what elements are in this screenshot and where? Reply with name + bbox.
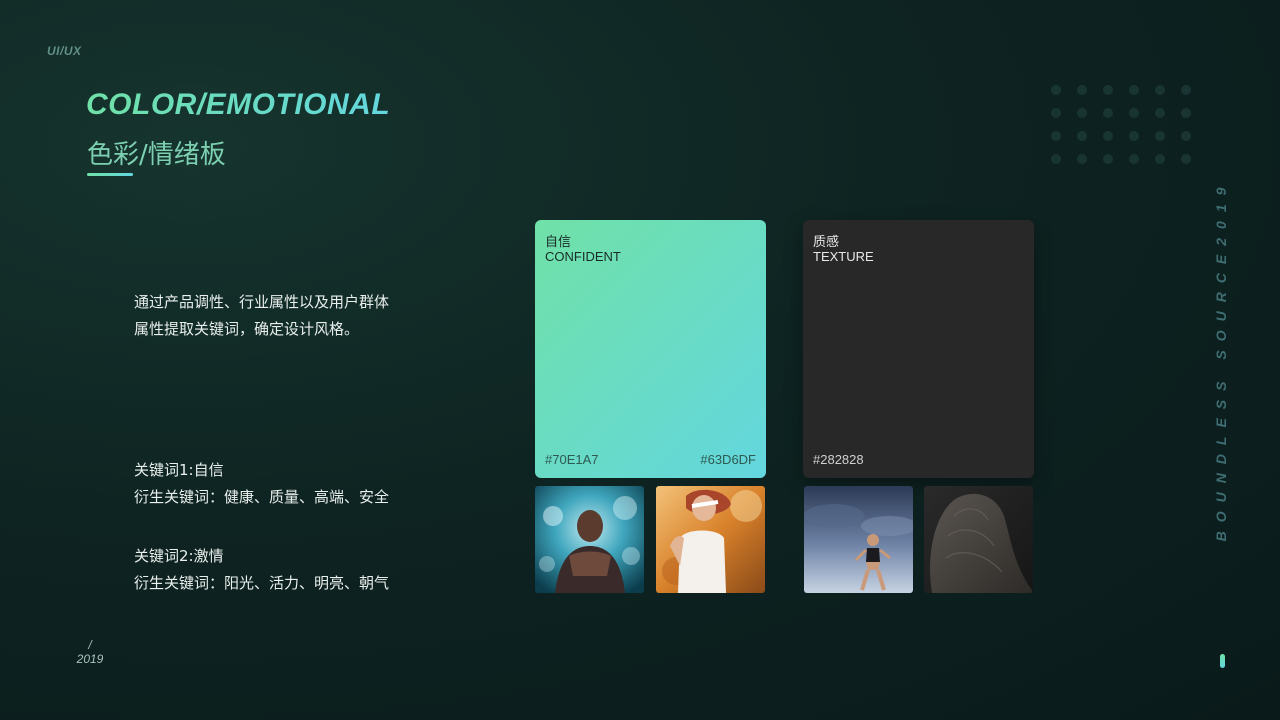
vertical-brand-text: BOUNDLESS SOURCE2019	[1213, 178, 1229, 542]
keyword-group: 关键词2:激情 衍生关键词：阳光、活力、明亮、朝气	[134, 543, 454, 597]
card-label-cn: 自信	[545, 235, 572, 250]
year-slash: /	[88, 638, 92, 652]
page-title: COLOR/EMOTIONAL	[86, 88, 391, 121]
mood-photo-sky-runner	[804, 486, 913, 593]
description-line: 属性提取关键词，确定设计风格。	[134, 320, 360, 338]
card-label-cn: 质感	[813, 235, 840, 250]
color-card-confident: 自信 CONFIDENT #70E1A7 #63D6DF	[535, 220, 766, 478]
keyword-title: 关键词2:激情	[134, 547, 224, 565]
description: 通过产品调性、行业属性以及用户群体 属性提取关键词，确定设计风格。	[134, 289, 434, 343]
page-subtitle: 色彩/情绪板	[87, 140, 226, 170]
page-year: / 2019	[76, 638, 104, 666]
card-label-en: CONFIDENT	[545, 249, 621, 264]
card-label-en: TEXTURE	[813, 249, 874, 264]
hex-value: #282828	[813, 452, 864, 467]
keyword-group: 关键词1:自信 衍生关键词：健康、质量、高端、安全	[134, 457, 454, 511]
hex-value: #63D6DF	[700, 452, 756, 467]
color-card-texture: 质感 TEXTURE #282828	[803, 220, 1034, 478]
page-indicator[interactable]	[1220, 654, 1225, 668]
hex-value: #70E1A7	[545, 452, 599, 467]
derived-keywords: 衍生关键词：阳光、活力、明亮、朝气	[134, 574, 390, 592]
corner-tag: UI/UX	[47, 44, 82, 58]
decorative-dot-grid	[1051, 85, 1191, 164]
mood-photo-dark-texture	[924, 486, 1033, 593]
title-underline	[87, 173, 133, 176]
derived-keywords: 衍生关键词：健康、质量、高端、安全	[134, 488, 390, 506]
keyword-title: 关键词1:自信	[134, 461, 224, 479]
year-label: 2019	[76, 652, 104, 666]
mood-photo-runner-autumn	[656, 486, 765, 593]
description-line: 通过产品调性、行业属性以及用户群体	[134, 293, 390, 311]
mood-photo-splash-athlete	[535, 486, 644, 593]
